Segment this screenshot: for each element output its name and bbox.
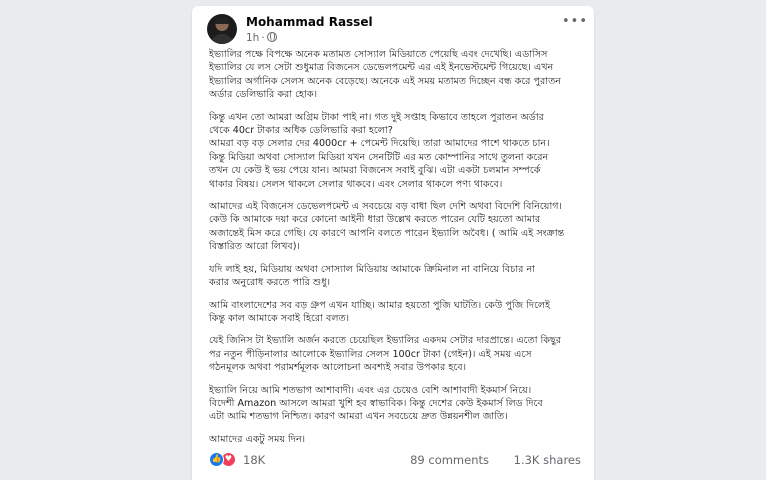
reaction-icons[interactable]: 👍 ♥ bbox=[209, 452, 239, 468]
post-text-line: যদি লাই হয়, মিডিয়ায় অথবা সোস্যাল মিডি… bbox=[209, 263, 535, 275]
post-text-line: গঠনমূলক অথবা পরামর্শমূলক আলোচনা অবশ্যই স… bbox=[209, 362, 467, 374]
post-text-line: করার অনুরোধ করতে পারি শুধু। bbox=[209, 277, 330, 289]
post-text-line: আমরা বড় বড় সেলার দের 4000cr + পেমেন্ট … bbox=[209, 138, 550, 150]
post-paragraph: আমাদের এই বিজনেস ডেভেলপমেন্ট এ সবচেয়ে ব… bbox=[209, 200, 581, 254]
globe-icon[interactable] bbox=[266, 32, 277, 42]
post-text-line: তখন যে কেউ ই ভয় পেয়ে যান। আমরা বিজনেস … bbox=[209, 165, 541, 177]
post-text-line: আমি বাংলাদেশের সব বড় গ্রুপ এখন যাচ্ছি। … bbox=[209, 299, 551, 311]
post-paragraph: কিন্তু এখন তো আমরা অগ্রিম টাকা পাই না। গ… bbox=[209, 111, 581, 191]
post-text-line: কেউ কি আমাকে দয়া করে কোনো আইনী ধারা উল্… bbox=[209, 214, 541, 226]
post-text-line: কিন্তু এখন তো আমরা অগ্রিম টাকা পাই না। গ… bbox=[209, 111, 544, 123]
post-paragraph: ইভ্যালির পক্ষে বিপক্ষে অনেক মতামত সোস্যা… bbox=[209, 48, 581, 102]
avatar-hair bbox=[215, 18, 229, 24]
post-body: ইভ্যালির পক্ষে বিপক্ষে অনেক মতামত সোস্যা… bbox=[209, 48, 581, 455]
author-avatar[interactable] bbox=[207, 14, 237, 44]
post-text-line: অজান্তেই মিস করে গেছি। যে কারণে আপনি বলত… bbox=[209, 227, 565, 239]
like-icon: 👍 bbox=[209, 452, 224, 467]
more-options-icon[interactable]: ••• bbox=[562, 15, 587, 30]
post-time[interactable]: 1h bbox=[246, 32, 259, 44]
post-text-line: কিন্তু মিডিয়া অথবা সোস্যাল মিডিয়া যখন … bbox=[209, 151, 549, 163]
post-paragraph: ইভ্যালি নিয়ে আমি শতভাগ আশাবাদী। এবং এর … bbox=[209, 384, 581, 424]
post-text-line: অর্ডার ডেলিভারি করা হোক। bbox=[209, 89, 318, 101]
post-header: Mohammad Rassel 1h · ••• bbox=[207, 14, 587, 44]
reaction-count[interactable]: 18K bbox=[243, 453, 265, 467]
post-text-line: বিদেশী Amazon আসলে আমরা খুশি হব স্বাভাবি… bbox=[209, 397, 543, 409]
post-text-line: ইভ্যালির যে লস সেটা শুধুমাত্র বিজনেস ডেভ… bbox=[209, 62, 554, 74]
post-paragraph: আমাদের একটু সময় দিন। bbox=[209, 433, 581, 446]
post-paragraph: আমি বাংলাদেশের সব বড় গ্রুপ এখন যাচ্ছি। … bbox=[209, 299, 581, 326]
author-name[interactable]: Mohammad Rassel bbox=[246, 15, 373, 29]
post-text-line: থেকে 40cr টাকার অধিক ডেলিভারি করা হলো? bbox=[209, 125, 393, 137]
post-text-line: বিস্তারিত আরো লিখব)। bbox=[209, 241, 300, 253]
post-text-line: কিন্তু কাল আমাকে সবাই হিরো বলত। bbox=[209, 312, 350, 324]
shares-count[interactable]: 1.3K shares bbox=[514, 453, 581, 467]
post-text-line: এটা আমি শতভাগ নিশ্চিত। কারণ আমরা এখন সবচ… bbox=[209, 411, 508, 423]
comments-count[interactable]: 89 comments bbox=[410, 453, 489, 467]
post-meta: 1h · bbox=[246, 32, 277, 44]
post-text-line: ইভ্যালির পক্ষে বিপক্ষে অনেক মতামত সোস্যা… bbox=[209, 49, 548, 60]
post-paragraph: যদি লাই হয়, মিডিয়ায় অথবা সোস্যাল মিডি… bbox=[209, 263, 581, 290]
post-text-line: যেই জিনিস টা ইভ্যালি অর্জন করতে চেয়েছিল… bbox=[209, 335, 562, 347]
avatar-shirt bbox=[210, 34, 234, 44]
reactions-bar: 👍 ♥ 18K 89 comments 1.3K shares bbox=[209, 450, 581, 472]
post-text-line: ইভ্যালি নিয়ে আমি শতভাগ আশাবাদী। এবং এর … bbox=[209, 384, 532, 396]
meta-separator: · bbox=[261, 32, 265, 44]
post-card: Mohammad Rassel 1h · ••• ইভ্যালির পক্ষে ব… bbox=[192, 6, 594, 480]
post-text-line: আমাদের এই বিজনেস ডেভেলপমেন্ট এ সবচেয়ে ব… bbox=[209, 201, 562, 213]
post-paragraph: যেই জিনিস টা ইভ্যালি অর্জন করতে চেয়েছিল… bbox=[209, 334, 581, 374]
post-text-line: থাকার বিষয়। সেলস থাকলে সেলার থাকবে। এবং… bbox=[209, 178, 503, 190]
post-text-line: আমাদের একটু সময় দিন। bbox=[209, 433, 306, 445]
post-text-line: পর নতুন পীড়িনালার আলোকে ইভ্যালির সেলস 1… bbox=[209, 348, 532, 360]
post-text-line: ইভ্যালির অর্গানিক সেলস অনেক বেড়েছে। অনে… bbox=[209, 75, 562, 87]
